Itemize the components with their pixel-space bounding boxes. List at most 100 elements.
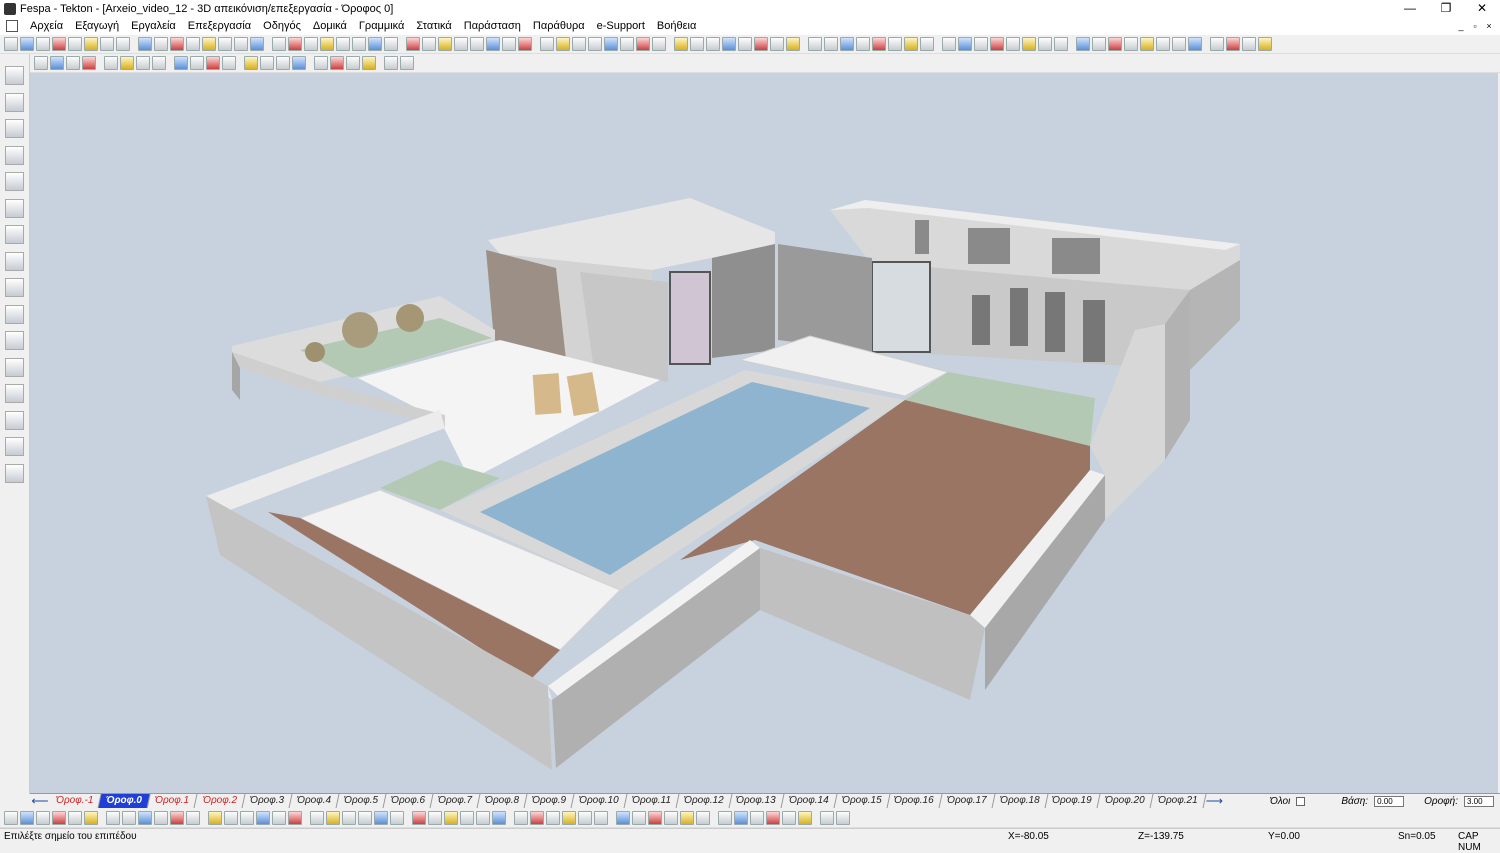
toolbar-tool-icon[interactable] [1006, 37, 1020, 51]
floor-tab[interactable]: Όροφ.9 [524, 794, 575, 808]
toolbar-tool-icon[interactable] [840, 37, 854, 51]
toolbar-tool-icon[interactable] [310, 811, 324, 825]
toolbar-tool-icon[interactable] [1156, 37, 1170, 51]
toolbar-tool-icon[interactable] [202, 37, 216, 51]
floor-tab[interactable]: Όροφ.18 [992, 794, 1048, 808]
toolbar-tool-icon[interactable] [66, 56, 80, 70]
toolbar-tool-icon[interactable] [470, 37, 484, 51]
toolbar-tool-icon[interactable] [314, 56, 328, 70]
toolbar-tool-icon[interactable] [652, 37, 666, 51]
toolbar-tool-icon[interactable] [1054, 37, 1068, 51]
toolbar-tool-icon[interactable] [1188, 37, 1202, 51]
toolbar-tool-icon[interactable] [218, 37, 232, 51]
menu-view[interactable]: Παράσταση [458, 17, 527, 35]
toolbar-tool-icon[interactable] [836, 811, 850, 825]
toolbar-tool-icon[interactable] [82, 56, 96, 70]
toolbar-tool-icon[interactable] [1258, 37, 1272, 51]
toolbar-tool-icon[interactable] [154, 37, 168, 51]
toolbar-tool-icon[interactable] [346, 56, 360, 70]
toolbar-tool-icon[interactable] [256, 811, 270, 825]
left-tool-icon[interactable] [5, 251, 24, 271]
toolbar-tool-icon[interactable] [738, 37, 752, 51]
floor-tab[interactable]: Όροφ.11 [624, 794, 680, 808]
floor-tab[interactable]: Όροφ.2 [195, 794, 246, 808]
toolbar-tool-icon[interactable] [292, 56, 306, 70]
toolbar-tool-icon[interactable] [352, 37, 366, 51]
toolbar-tool-icon[interactable] [368, 37, 382, 51]
left-tool-icon[interactable] [5, 410, 24, 430]
left-tool-icon[interactable] [5, 198, 24, 218]
toolbar-tool-icon[interactable] [138, 37, 152, 51]
toolbar-tool-icon[interactable] [1210, 37, 1224, 51]
toolbar-tool-icon[interactable] [170, 811, 184, 825]
menu-guide[interactable]: Οδηγός [257, 17, 307, 35]
toolbar-tool-icon[interactable] [820, 811, 834, 825]
toolbar-tool-icon[interactable] [734, 811, 748, 825]
toolbar-tool-icon[interactable] [186, 811, 200, 825]
toolbar-tool-icon[interactable] [808, 37, 822, 51]
toolbar-tool-icon[interactable] [52, 811, 66, 825]
toolbar-tool-icon[interactable] [546, 811, 560, 825]
floor-tab[interactable]: Όροφ.0 [98, 794, 151, 808]
mdi-close-button[interactable]: × [1482, 17, 1496, 35]
toolbar-tool-icon[interactable] [888, 37, 902, 51]
toolbar-tool-icon[interactable] [674, 37, 688, 51]
toolbar-tool-icon[interactable] [502, 37, 516, 51]
toolbar-tool-icon[interactable] [104, 56, 118, 70]
toolbar-tool-icon[interactable] [572, 37, 586, 51]
floor-tab[interactable]: Όροφ.20 [1097, 794, 1154, 808]
toolbar-tool-icon[interactable] [234, 37, 248, 51]
toolbar-tool-icon[interactable] [260, 56, 274, 70]
floor-tab[interactable]: Όροφ.5 [336, 794, 387, 808]
toolbar-tool-icon[interactable] [454, 37, 468, 51]
left-tool-icon[interactable] [5, 463, 24, 483]
toolbar-tool-icon[interactable] [206, 56, 220, 70]
toolbar-tool-icon[interactable] [594, 811, 608, 825]
toolbar-tool-icon[interactable] [514, 811, 528, 825]
toolbar-tool-icon[interactable] [904, 37, 918, 51]
left-tool-icon[interactable] [5, 145, 24, 165]
toolbar-tool-icon[interactable] [616, 811, 630, 825]
toolbar-tool-icon[interactable] [84, 37, 98, 51]
menu-windows[interactable]: Παράθυρα [527, 17, 591, 35]
toolbar-tool-icon[interactable] [556, 37, 570, 51]
floor-tab[interactable]: Όροφ.6 [383, 794, 434, 808]
toolbar-tool-icon[interactable] [224, 811, 238, 825]
menu-export[interactable]: Εξαγωγή [69, 17, 125, 35]
toolbar-tool-icon[interactable] [52, 37, 66, 51]
toolbar-tool-icon[interactable] [68, 811, 82, 825]
floor-tab[interactable]: Όροφ.3 [242, 794, 293, 808]
toolbar-tool-icon[interactable] [754, 37, 768, 51]
toolbar-tool-icon[interactable] [136, 56, 150, 70]
left-tool-icon[interactable] [5, 278, 24, 297]
3d-model-render[interactable] [30, 73, 1498, 793]
close-button[interactable]: ✕ [1464, 0, 1500, 17]
left-tool-icon[interactable] [5, 172, 24, 191]
mdi-restore-button[interactable]: ▫ [1468, 17, 1482, 35]
mdi-minimize-button[interactable]: _ [1454, 17, 1468, 35]
toolbar-tool-icon[interactable] [222, 56, 236, 70]
floor-right-arrow[interactable]: ⟶ [1204, 794, 1224, 808]
toolbar-tool-icon[interactable] [330, 56, 344, 70]
toolbar-tool-icon[interactable] [680, 811, 694, 825]
toolbar-tool-icon[interactable] [486, 37, 500, 51]
floor-tab[interactable]: Όροφ.8 [477, 794, 528, 808]
toolbar-tool-icon[interactable] [1038, 37, 1052, 51]
floor-tab[interactable]: Όροφ.12 [676, 794, 732, 808]
toolbar-tool-icon[interactable] [342, 811, 356, 825]
toolbar-tool-icon[interactable] [540, 37, 554, 51]
toolbar-tool-icon[interactable] [690, 37, 704, 51]
minimize-button[interactable]: — [1392, 0, 1428, 17]
menu-edit[interactable]: Επεξεργασία [182, 17, 257, 35]
toolbar-tool-icon[interactable] [770, 37, 784, 51]
toolbar-tool-icon[interactable] [750, 811, 764, 825]
toolbar-tool-icon[interactable] [116, 37, 130, 51]
roof-input[interactable]: 3.00 [1464, 795, 1494, 807]
toolbar-tool-icon[interactable] [384, 37, 398, 51]
toolbar-tool-icon[interactable] [444, 811, 458, 825]
3d-viewport[interactable] [30, 73, 1498, 793]
floor-tab[interactable]: Όροφ.7 [430, 794, 481, 808]
left-tool-icon[interactable] [5, 357, 24, 377]
all-floors-checkbox[interactable] [1296, 796, 1306, 806]
toolbar-tool-icon[interactable] [428, 811, 442, 825]
